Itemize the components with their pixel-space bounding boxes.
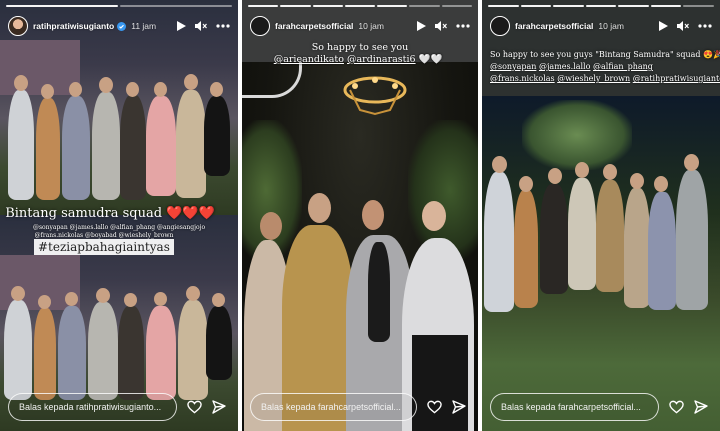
verified-icon: [117, 21, 127, 31]
play-icon[interactable]: [177, 21, 186, 31]
avatar[interactable]: [490, 16, 510, 36]
reply-bar: Balas kepada farahcarpetsofficial...: [250, 393, 470, 421]
avatar[interactable]: [250, 16, 270, 36]
story-progress: [6, 5, 232, 7]
mention: @frans.nickolas: [490, 74, 555, 83]
reply-bar: Balas kepada ratihpratiwisugianto...: [8, 393, 230, 421]
mention: @ardinarasti6: [346, 54, 416, 65]
username[interactable]: farahcarpetsofficial: [515, 21, 593, 31]
send-icon[interactable]: [694, 400, 708, 414]
mute-icon[interactable]: [195, 21, 207, 31]
story-header: farahcarpetsofficial 10 jam: [250, 14, 470, 38]
mention: @james.lallo: [538, 62, 591, 71]
heart-icon[interactable]: [669, 400, 684, 414]
send-icon[interactable]: [452, 400, 466, 414]
send-icon[interactable]: [212, 400, 226, 414]
reply-input[interactable]: Balas kepada farahcarpetsofficial...: [250, 393, 417, 421]
mentions-line-2[interactable]: @frans.nickolas @boyabad @wieshely_brown: [0, 232, 238, 239]
mention: @wieshely_brown: [557, 74, 631, 83]
play-icon[interactable]: [659, 21, 668, 31]
mention: @sonyapan: [490, 62, 537, 71]
stories-collage: ratihpratiwisugianto 11 jam Bintang samu…: [0, 0, 720, 431]
reply-input[interactable]: Balas kepada farahcarpetsofficial...: [490, 393, 659, 421]
heart-icon[interactable]: [187, 400, 202, 414]
mentions-line-2[interactable]: @frans.nickolas @wieshely_brown @ratihpr…: [490, 74, 720, 83]
caption-title: So happy to see you guys "Bintang Samudr…: [490, 50, 720, 59]
story-1[interactable]: ratihpratiwisugianto 11 jam Bintang samu…: [0, 0, 238, 431]
mention: @alfian_phang: [592, 62, 653, 71]
story-header: ratihpratiwisugianto 11 jam: [8, 14, 230, 38]
story-2[interactable]: farahcarpetsofficial 10 jam So happy to …: [242, 0, 478, 431]
emoji: 😍🎉: [703, 50, 720, 59]
hearts-emoji: 🤍🤍: [418, 54, 443, 65]
mentions-line-1[interactable]: @sonyapan @james.lallo @alfian_phang @an…: [0, 224, 238, 231]
mentions-line-1[interactable]: @sonyapan @james.lallo @alfian_phang: [490, 62, 653, 71]
heart-icon[interactable]: [427, 400, 442, 414]
post-time: 10 jam: [598, 21, 624, 31]
avatar[interactable]: [8, 16, 28, 36]
mention: @ratihpratiwisugianto: [632, 74, 720, 83]
story-header: farahcarpetsofficial 10 jam: [490, 14, 712, 38]
caption-title: Bintang samudra squad ❤️❤️❤️: [5, 206, 215, 221]
story-progress: [488, 5, 715, 7]
reply-input[interactable]: Balas kepada ratihpratiwisugianto...: [8, 393, 177, 421]
username[interactable]: ratihpratiwisugianto: [33, 21, 114, 31]
post-time: 10 jam: [358, 21, 384, 31]
mention: @arieandikato: [273, 54, 344, 65]
username[interactable]: farahcarpetsofficial: [275, 21, 353, 31]
play-icon[interactable]: [417, 21, 426, 31]
reply-bar: Balas kepada farahcarpetsofficial...: [490, 393, 712, 421]
hashtag-sticker[interactable]: #teziapbahagiaintyas: [34, 239, 174, 255]
more-icon[interactable]: [456, 24, 470, 28]
mute-icon[interactable]: [435, 21, 447, 31]
story-3[interactable]: farahcarpetsofficial 10 jam So happy to …: [482, 0, 720, 431]
caption-title: So happy to see you: [311, 42, 409, 53]
post-time: 11 jam: [131, 21, 157, 31]
story-progress: [248, 5, 472, 7]
mute-icon[interactable]: [677, 21, 689, 31]
more-icon[interactable]: [698, 24, 712, 28]
mentions-line[interactable]: @arieandikato @ardinarasti6 🤍🤍: [242, 54, 478, 65]
more-icon[interactable]: [216, 24, 230, 28]
chandelier-image: [343, 76, 407, 116]
hearts-emoji: ❤️❤️❤️: [166, 206, 215, 221]
